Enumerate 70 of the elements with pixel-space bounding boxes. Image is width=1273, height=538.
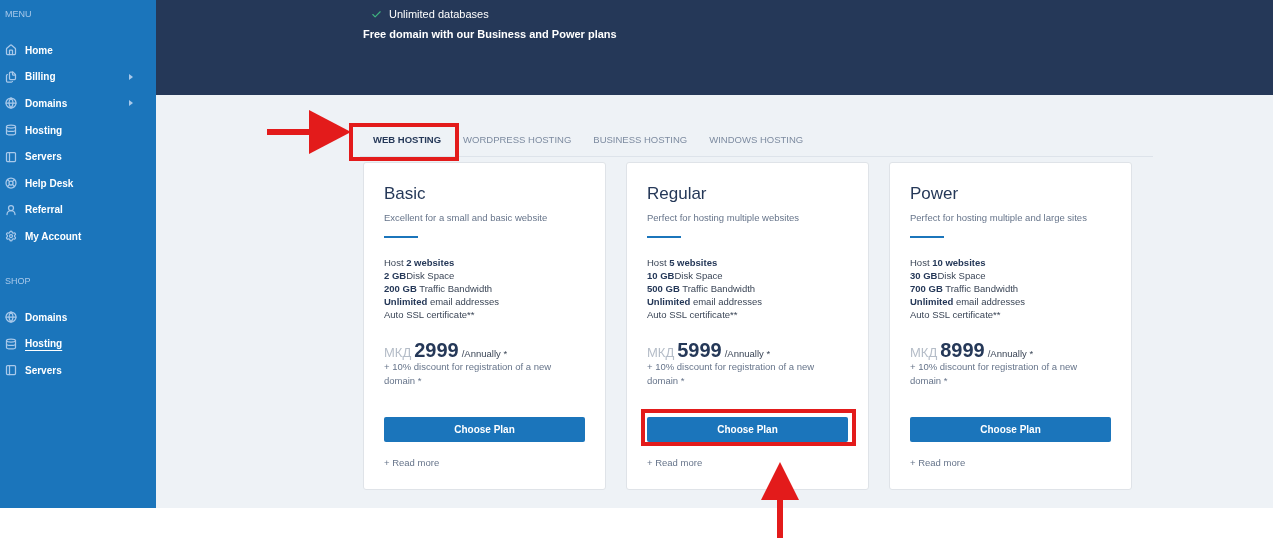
plan-feature: Auto SSL certificate** bbox=[910, 308, 1001, 321]
plan-feature: 2 GBDisk Space bbox=[384, 269, 455, 282]
tab[interactable]: BUSINESS HOSTING bbox=[583, 125, 698, 156]
plan-feature: Unlimited email addresses bbox=[384, 295, 500, 308]
plan-feature: 700 GB Traffic Bandwidth bbox=[910, 282, 1019, 295]
sidebar-link[interactable]: Help Desk bbox=[25, 176, 74, 190]
read-more-link[interactable]: + Read more bbox=[384, 456, 440, 470]
plan-feature: 10 GBDisk Space bbox=[647, 269, 723, 282]
sidebar-link[interactable]: Home bbox=[25, 43, 53, 57]
currency: МКД bbox=[647, 344, 675, 362]
tab[interactable]: WINDOWS HOSTING bbox=[699, 125, 814, 156]
hero-feature: Unlimited databases bbox=[389, 6, 489, 22]
plan-feature: 500 GB Traffic Bandwidth bbox=[647, 282, 756, 295]
currency: МКД bbox=[384, 344, 412, 362]
database-icon bbox=[5, 124, 17, 137]
plan-feature: 30 GBDisk Space bbox=[910, 269, 986, 282]
price: 8999 bbox=[940, 340, 985, 360]
plan-title: Basic bbox=[384, 183, 426, 205]
plan-feature: Auto SSL certificate** bbox=[647, 308, 738, 321]
sidebar-link[interactable]: Hosting bbox=[25, 123, 63, 137]
plan-title: Regular bbox=[647, 183, 707, 205]
sidebar-link[interactable]: Domains bbox=[25, 97, 68, 110]
choose-plan-button[interactable]: Choose Plan bbox=[910, 417, 1111, 442]
plan-feature: Unlimited email addresses bbox=[910, 295, 1026, 308]
check-icon bbox=[371, 8, 382, 20]
read-more-link[interactable]: + Read more bbox=[647, 456, 703, 470]
sidebar-link[interactable]: Referral bbox=[25, 203, 63, 217]
sidebar-link[interactable]: Hosting bbox=[25, 337, 63, 351]
panel-icon bbox=[5, 150, 17, 163]
database-icon bbox=[5, 337, 17, 350]
sidebar-link[interactable]: Billing bbox=[25, 70, 56, 84]
settings-icon bbox=[5, 230, 17, 243]
documents-icon bbox=[5, 70, 17, 83]
tab[interactable]: WEB HOSTING bbox=[363, 125, 452, 156]
billing-period: /Annually * bbox=[724, 347, 771, 361]
sidebar-link[interactable]: Domains bbox=[25, 310, 68, 324]
plan-description: Excellent for a small and basic website bbox=[384, 211, 548, 225]
tab[interactable]: WORDPRESS HOSTING bbox=[453, 125, 582, 156]
plan-description: Perfect for hosting multiple and large sites bbox=[910, 211, 1087, 225]
hero-note: Free domain with our Business and Power plans bbox=[363, 27, 617, 41]
billing-period: /Annually * bbox=[987, 347, 1034, 361]
discount-note: + 10% discount for registration of a new domain * bbox=[384, 360, 553, 388]
globe-icon bbox=[5, 311, 17, 324]
plan-title: Power bbox=[910, 183, 959, 205]
billing-period: /Annually * bbox=[461, 347, 508, 361]
read-more-link[interactable]: + Read more bbox=[910, 456, 966, 470]
plan-description: Perfect for hosting multiple websites bbox=[647, 211, 800, 225]
plan-feature: Auto SSL certificate** bbox=[384, 308, 475, 321]
plan-feature: 200 GB Traffic Bandwidth bbox=[384, 282, 493, 295]
plan-feature: Unlimited email addresses bbox=[647, 295, 763, 308]
price: 5999 bbox=[677, 340, 722, 360]
plan-feature: Host 2 websites bbox=[384, 256, 455, 269]
price: 2999 bbox=[414, 340, 459, 360]
plan-feature: Host 5 websites bbox=[647, 256, 718, 269]
section-heading: SHOP bbox=[5, 274, 31, 288]
discount-note: + 10% discount for registration of a new domain * bbox=[910, 360, 1079, 388]
section-heading: MENU bbox=[5, 8, 32, 21]
lifebuoy-icon bbox=[5, 177, 17, 190]
sidebar-link[interactable]: Servers bbox=[25, 150, 62, 164]
globe-icon bbox=[5, 97, 17, 110]
choose-plan-button[interactable]: Choose Plan bbox=[647, 417, 848, 442]
sidebar-link[interactable]: Servers bbox=[25, 363, 62, 377]
plan-feature: Host 10 websites bbox=[910, 256, 986, 269]
discount-note: + 10% discount for registration of a new domain * bbox=[647, 360, 816, 388]
currency: МКД bbox=[910, 344, 938, 362]
sidebar-link[interactable]: My Account bbox=[25, 229, 82, 243]
panel-icon bbox=[5, 364, 17, 377]
home-icon bbox=[5, 44, 17, 57]
choose-plan-button[interactable]: Choose Plan bbox=[384, 417, 585, 442]
user-icon bbox=[5, 203, 17, 216]
